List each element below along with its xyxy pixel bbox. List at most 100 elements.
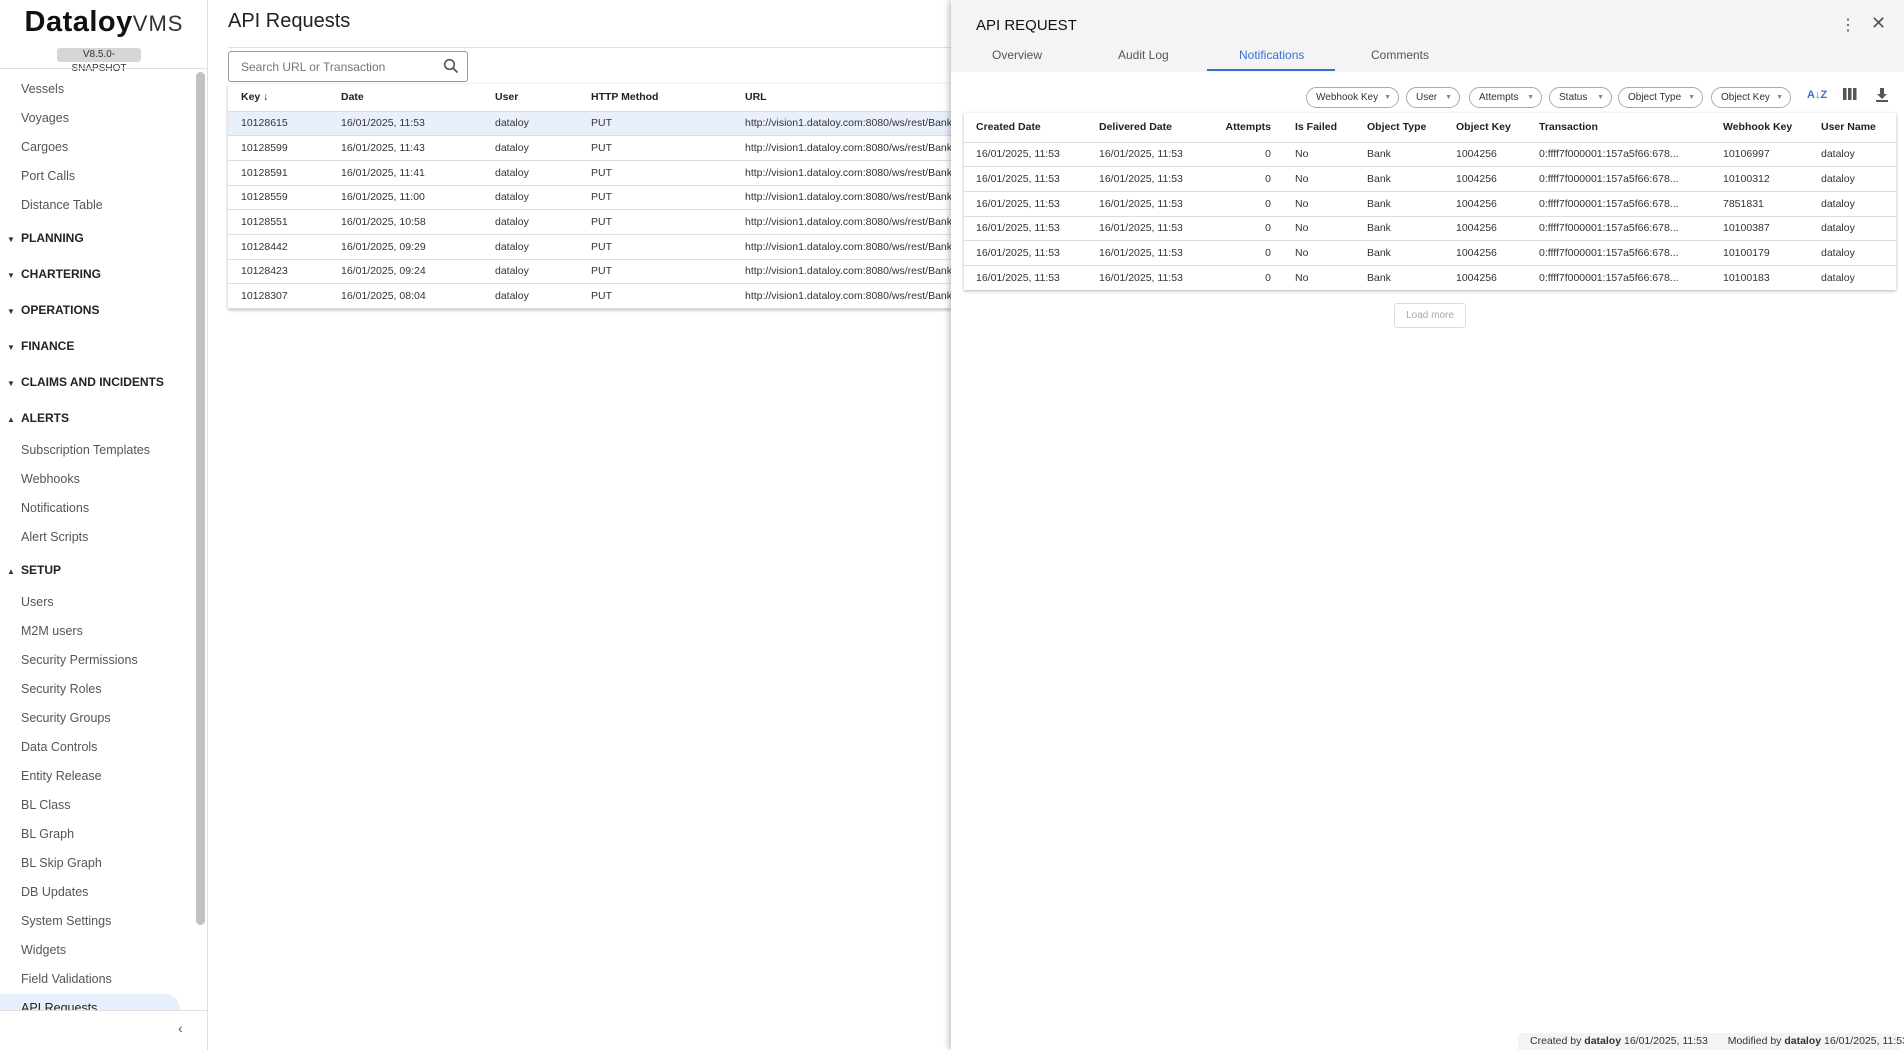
cell-user: dataloy bbox=[482, 111, 578, 137]
columns-icon[interactable] bbox=[1843, 88, 1857, 103]
column-header-key[interactable]: Key ↓ bbox=[228, 84, 328, 112]
sidebar-item-security-permissions[interactable]: Security Permissions bbox=[0, 646, 194, 675]
sidebar-item-m2m-users[interactable]: M2M users bbox=[0, 617, 194, 646]
table-row[interactable]: 16/01/2025, 11:53 16/01/2025, 11:53 0 No Ban… bbox=[964, 216, 1896, 242]
tab-notifications[interactable]: Notifications bbox=[1239, 48, 1304, 62]
cell-created-date: 16/01/2025, 11:53 bbox=[964, 166, 1087, 192]
cell-is-failed: No bbox=[1283, 166, 1355, 192]
sidebar-item-widgets[interactable]: Widgets bbox=[0, 936, 194, 965]
sidebar-item-port-calls[interactable]: Port Calls bbox=[0, 162, 194, 191]
sidebar-section-label: CLAIMS AND INCIDENTS bbox=[21, 375, 164, 389]
sidebar-item-db-updates[interactable]: DB Updates bbox=[0, 878, 194, 907]
sidebar-item-users[interactable]: Users bbox=[0, 588, 194, 617]
table-row[interactable]: 16/01/2025, 11:53 16/01/2025, 11:53 0 No Ban… bbox=[964, 166, 1896, 192]
cell-object-type: Bank bbox=[1355, 166, 1444, 192]
cell-transaction: 0:ffff7f000001:157a5f66:678... bbox=[1527, 216, 1711, 242]
column-header-date[interactable]: Date bbox=[328, 84, 482, 112]
sidebar-item-notifications[interactable]: Notifications bbox=[0, 494, 194, 523]
sidebar-item-bl-graph[interactable]: BL Graph bbox=[0, 820, 194, 849]
close-icon[interactable]: ✕ bbox=[1871, 13, 1886, 34]
collapse-sidebar-chevron-left-icon[interactable]: ‹ bbox=[178, 1020, 183, 1036]
sidebar-section-setup[interactable]: ▲ SETUP bbox=[0, 552, 194, 588]
table-row[interactable]: 10128599 16/01/2025, 11:43 dataloy PUT http:… bbox=[228, 135, 951, 161]
sidebar-section-alerts[interactable]: ▲ ALERTS bbox=[0, 400, 194, 436]
column-header-object-type[interactable]: Object Type bbox=[1355, 113, 1444, 143]
filter-user[interactable]: User ▼ bbox=[1406, 87, 1460, 108]
sidebar-item-vessels[interactable]: Vessels bbox=[0, 75, 194, 104]
filter-attempts[interactable]: Attempts ▼ bbox=[1469, 87, 1542, 108]
sidebar-item-field-validations[interactable]: Field Validations bbox=[0, 965, 194, 994]
sidebar-section-label: ALERTS bbox=[21, 411, 69, 425]
table-row[interactable]: 16/01/2025, 11:53 16/01/2025, 11:53 0 No Ban… bbox=[964, 240, 1896, 266]
tab-overview[interactable]: Overview bbox=[992, 48, 1042, 62]
sidebar-item-api-requests[interactable]: API Requests bbox=[0, 994, 180, 1010]
sidebar-item-webhooks[interactable]: Webhooks bbox=[0, 465, 194, 494]
column-header-http-method[interactable]: HTTP Method bbox=[578, 84, 732, 112]
table-row[interactable]: 10128442 16/01/2025, 09:29 dataloy PUT http:… bbox=[228, 234, 951, 260]
column-header-webhook-key[interactable]: Webhook Key bbox=[1711, 113, 1809, 143]
column-header-user-name[interactable]: User Name bbox=[1809, 113, 1896, 143]
load-more-button[interactable]: Load more bbox=[1394, 303, 1466, 328]
sidebar-section-finance[interactable]: ▼ FINANCE bbox=[0, 328, 194, 364]
download-icon[interactable] bbox=[1876, 88, 1888, 105]
column-header-attempts[interactable]: Attempts bbox=[1207, 113, 1283, 143]
tab-audit-log[interactable]: Audit Log bbox=[1118, 48, 1169, 62]
filter-label: Attempts bbox=[1479, 92, 1519, 103]
sidebar-section-planning[interactable]: ▼ PLANNING bbox=[0, 220, 194, 256]
sidebar-scrollbar[interactable] bbox=[196, 72, 205, 925]
table-row[interactable]: 16/01/2025, 11:53 16/01/2025, 11:53 0 No Ban… bbox=[964, 191, 1896, 217]
more-options-icon[interactable]: ⋮ bbox=[1840, 15, 1856, 35]
column-header-url[interactable]: URL bbox=[732, 84, 951, 112]
cell-attempts: 0 bbox=[1207, 240, 1283, 266]
sidebar-item-data-controls[interactable]: Data Controls bbox=[0, 733, 194, 762]
search-box[interactable] bbox=[228, 51, 468, 82]
sort-descending-icon[interactable]: ↓ bbox=[260, 91, 268, 103]
column-header-is-failed[interactable]: Is Failed bbox=[1283, 113, 1355, 143]
cell-object-type: Bank bbox=[1355, 240, 1444, 266]
column-header-object-key[interactable]: Object Key bbox=[1444, 113, 1527, 143]
sidebar-item-security-roles[interactable]: Security Roles bbox=[0, 675, 194, 704]
table-row[interactable]: 10128559 16/01/2025, 11:00 dataloy PUT http:… bbox=[228, 185, 951, 211]
cell-attempts: 0 bbox=[1207, 142, 1283, 168]
search-input[interactable] bbox=[241, 60, 431, 74]
table-row[interactable]: 10128551 16/01/2025, 10:58 dataloy PUT http:… bbox=[228, 209, 951, 235]
column-header-created-date[interactable]: Created Date bbox=[964, 113, 1087, 143]
table-row[interactable]: 10128591 16/01/2025, 11:41 dataloy PUT http:… bbox=[228, 160, 951, 186]
column-header-transaction[interactable]: Transaction bbox=[1527, 113, 1711, 143]
table-row[interactable]: 16/01/2025, 11:53 16/01/2025, 11:53 0 No Ban… bbox=[964, 142, 1896, 168]
sidebar-item-system-settings[interactable]: System Settings bbox=[0, 907, 194, 936]
sidebar-item-cargoes[interactable]: Cargoes bbox=[0, 133, 194, 162]
cell-key: 10128551 bbox=[228, 209, 328, 235]
filter-webhook-key[interactable]: Webhook Key ▼ bbox=[1306, 87, 1399, 108]
sidebar-section-claims-and-incidents[interactable]: ▼ CLAIMS AND INCIDENTS bbox=[0, 364, 194, 400]
column-header-user[interactable]: User bbox=[482, 84, 578, 112]
sidebar-item-subscription-templates[interactable]: Subscription Templates bbox=[0, 436, 194, 465]
sidebar-item-bl-skip-graph[interactable]: BL Skip Graph bbox=[0, 849, 194, 878]
caret-down-icon: ▼ bbox=[7, 379, 15, 388]
filter-object-key[interactable]: Object Key ▼ bbox=[1711, 87, 1791, 108]
api-request-panel: API REQUEST ⋮ ✕ Overview Audit Log Notif… bbox=[951, 0, 1904, 1050]
sidebar-item-voyages[interactable]: Voyages bbox=[0, 104, 194, 133]
filter-status[interactable]: Status ▼ bbox=[1549, 87, 1612, 108]
sidebar-section-operations[interactable]: ▼ OPERATIONS bbox=[0, 292, 194, 328]
sidebar-item-entity-release[interactable]: Entity Release bbox=[0, 762, 194, 791]
sidebar-item-bl-class[interactable]: BL Class bbox=[0, 791, 194, 820]
cell-user-name: dataloy bbox=[1809, 240, 1896, 266]
table-row[interactable]: 10128307 16/01/2025, 08:04 dataloy PUT http:… bbox=[228, 283, 951, 309]
sort-az-icon[interactable]: A↓Z bbox=[1807, 89, 1827, 101]
search-icon[interactable] bbox=[443, 58, 459, 79]
sidebar-section-chartering[interactable]: ▼ CHARTERING bbox=[0, 256, 194, 292]
sidebar-item-distance-table[interactable]: Distance Table bbox=[0, 191, 194, 220]
table-row[interactable]: 10128423 16/01/2025, 09:24 dataloy PUT http:… bbox=[228, 259, 951, 285]
column-header-delivered-date[interactable]: Delivered Date bbox=[1087, 113, 1207, 143]
filter-label: User bbox=[1416, 92, 1438, 103]
sidebar-item-alert-scripts[interactable]: Alert Scripts bbox=[0, 523, 194, 552]
filter-object-type[interactable]: Object Type ▼ bbox=[1618, 87, 1703, 108]
table-row[interactable]: 10128615 16/01/2025, 11:53 dataloy PUT http:… bbox=[228, 111, 951, 137]
dropdown-arrow-icon: ▼ bbox=[1597, 94, 1604, 101]
cell-user: dataloy bbox=[482, 259, 578, 285]
cell-date: 16/01/2025, 11:43 bbox=[328, 135, 482, 161]
sidebar-item-security-groups[interactable]: Security Groups bbox=[0, 704, 194, 733]
tab-comments[interactable]: Comments bbox=[1371, 48, 1429, 62]
table-row[interactable]: 16/01/2025, 11:53 16/01/2025, 11:53 0 No Ban… bbox=[964, 265, 1896, 290]
